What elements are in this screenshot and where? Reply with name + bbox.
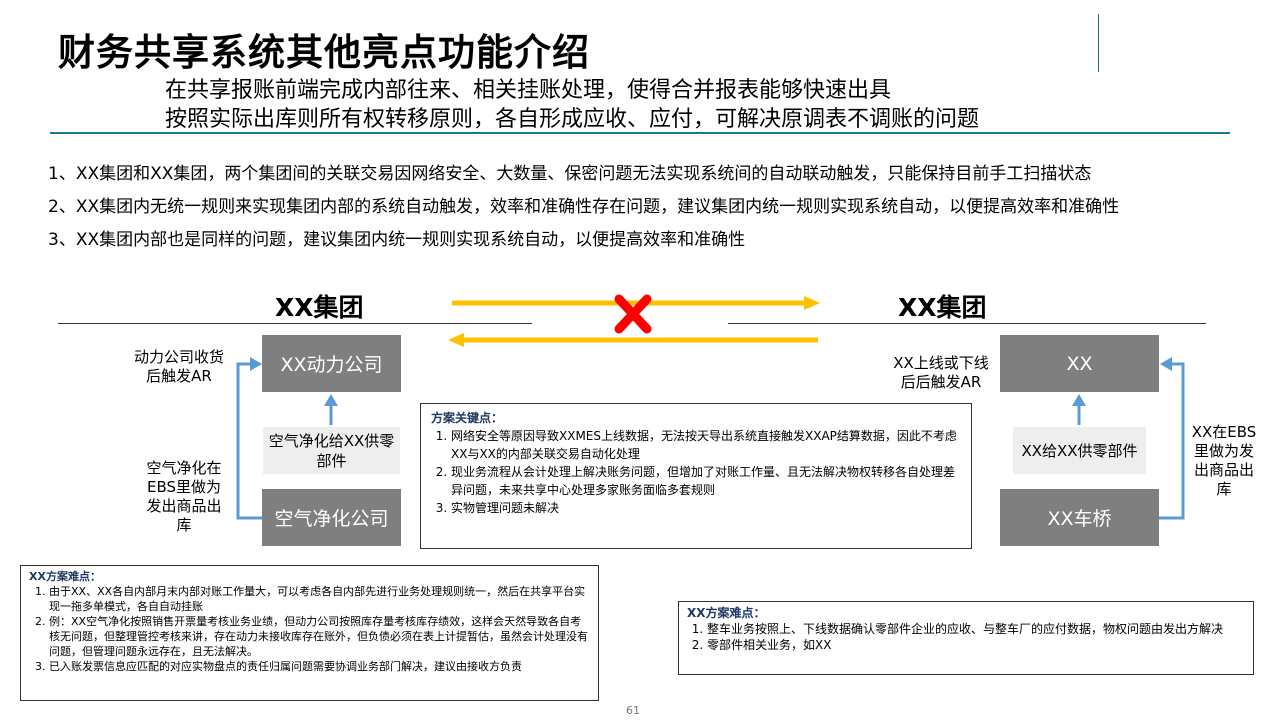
right-up-arrow-center [1072,394,1086,425]
left-difficulty-heading: XX方案难点： [29,570,101,583]
right-mid-label: XX给XX供零部件 [1013,427,1146,474]
right-difficulty-list: 整车业务按照上、下线数据确认零部件企业的应收、与整车厂的应付数据，物权问题由发出… [687,621,1245,653]
key-point-item: 网络安全等原因导致XXMES上线数据，无法按天导出系统直接触发XXAP结算数据，… [451,427,961,463]
left-mid-label: 空气净化给XX供零部件 [263,427,400,474]
key-points-list: 网络安全等原因导致XXMES上线数据，无法按天导出系统直接触发XXAP结算数据，… [431,427,961,517]
difficulty-item: 零部件相关业务，如XX [707,637,1245,653]
right-top-box: XX [1000,335,1159,392]
left-bottom-note: 空气净化在EBS里做为发出商品出库 [146,459,222,534]
right-difficulty-box: XX方案难点： 整车业务按照上、下线数据确认零部件企业的应收、与整车厂的应付数据… [678,601,1254,675]
key-points-heading: 方案关键点： [431,411,504,425]
right-top-note: XX上线或下线后后触发AR [893,354,989,391]
difficulty-item: 由于XX、XX各自内部月末内部对账工作量大，可以考虑各自内部先进行业务处理规则统… [49,584,590,614]
left-difficulty-box: XX方案难点： 由于XX、XX各自内部月末内部对账工作量大，可以考虑各自内部先进… [20,565,599,701]
left-difficulty-list: 由于XX、XX各自内部月末内部对账工作量大，可以考虑各自内部先进行业务处理规则统… [29,584,590,674]
right-bottom-box: XX车桥 [1000,489,1159,546]
key-points-box: 方案关键点： 网络安全等原因导致XXMES上线数据，无法按天导出系统直接触发XX… [420,403,972,549]
right-side-note: XX在EBS里做为发出商品出库 [1191,423,1257,498]
difficulty-item: 已入账发票信息应匹配的对应实物盘点的责任归属问题需要协调业务部门解决，建议由接收… [49,659,590,674]
left-top-box: XX动力公司 [262,335,401,392]
key-point-item: 实物管理问题未解决 [451,499,961,517]
key-point-item: 现业务流程从会计处理上解决账务问题，但增加了对账工作量、且无法解决物权转移各自处… [451,463,961,499]
page-number: 61 [626,704,640,717]
yellow-left-arrow [448,333,818,347]
difficulty-item: 整车业务按照上、下线数据确认零部件企业的应收、与整车厂的应付数据，物权问题由发出… [707,621,1245,637]
right-difficulty-heading: XX方案难点： [687,606,766,620]
right-loop-arrow [1159,357,1185,520]
left-up-arrow-center [324,394,338,425]
left-top-note: 动力公司收货后触发AR [133,348,224,385]
left-loop-arrow [236,357,262,520]
left-bottom-box: 空气净化公司 [262,489,401,546]
difficulty-item: 例：XX空气净化按照销售开票量考核业务业绩，但动力公司按照库存量考核库存绩效，这… [49,614,590,659]
